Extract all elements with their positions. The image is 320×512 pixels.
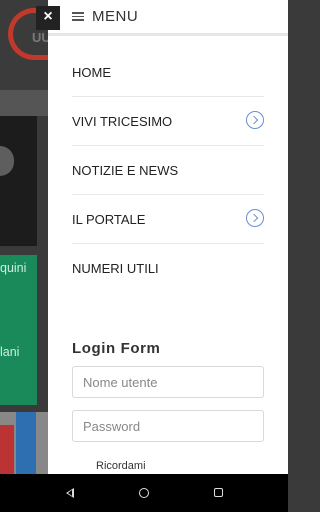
hamburger-icon bbox=[72, 12, 84, 21]
nav-item-il-portale[interactable]: IL PORTALE bbox=[72, 195, 264, 244]
back-icon[interactable] bbox=[66, 488, 74, 498]
background-bottom-blue bbox=[16, 412, 36, 474]
drawer-header: MENU bbox=[48, 0, 288, 36]
username-input[interactable] bbox=[72, 366, 264, 398]
background-page: UU quini lani bbox=[0, 0, 48, 474]
nav-item-label: NUMERI UTILI bbox=[72, 261, 159, 276]
nav-item-numeri-utili[interactable]: NUMERI UTILI bbox=[72, 244, 264, 292]
recents-icon[interactable] bbox=[214, 488, 223, 497]
chevron-right-icon[interactable] bbox=[246, 111, 264, 129]
background-card-text: lani bbox=[0, 345, 20, 359]
nav-item-label: IL PORTALE bbox=[72, 212, 146, 227]
menu-title: MENU bbox=[92, 8, 139, 25]
background-strip bbox=[0, 90, 48, 116]
nav-item-notizie-e-news[interactable]: NOTIZIE E NEWS bbox=[72, 146, 264, 195]
site-logo-text: UU bbox=[32, 30, 48, 45]
remember-me-label[interactable]: Ricordami bbox=[96, 460, 146, 472]
navigation-drawer: MENU HOME VIVI TRICESIMO NOTIZIE E NEWS … bbox=[48, 0, 288, 474]
password-input[interactable] bbox=[72, 410, 264, 442]
login-form-title: Login Form bbox=[72, 340, 161, 357]
chevron-right-icon[interactable] bbox=[246, 209, 264, 227]
nav-item-home[interactable]: HOME bbox=[72, 48, 264, 97]
nav-item-vivi-tricesimo[interactable]: VIVI TRICESIMO bbox=[72, 97, 264, 146]
nav-menu: HOME VIVI TRICESIMO NOTIZIE E NEWS IL PO… bbox=[72, 48, 264, 292]
background-bottom-red bbox=[0, 425, 14, 474]
nav-item-label: VIVI TRICESIMO bbox=[72, 114, 173, 129]
background-card-text: quini bbox=[0, 261, 27, 275]
nav-item-label: HOME bbox=[72, 65, 111, 80]
system-nav-bar bbox=[0, 474, 288, 512]
nav-item-label: NOTIZIE E NEWS bbox=[72, 163, 179, 178]
home-icon[interactable] bbox=[139, 488, 149, 498]
background-photo bbox=[0, 116, 37, 246]
background-green-card: quini lani bbox=[0, 255, 37, 405]
close-drawer-button[interactable]: × bbox=[36, 6, 60, 30]
